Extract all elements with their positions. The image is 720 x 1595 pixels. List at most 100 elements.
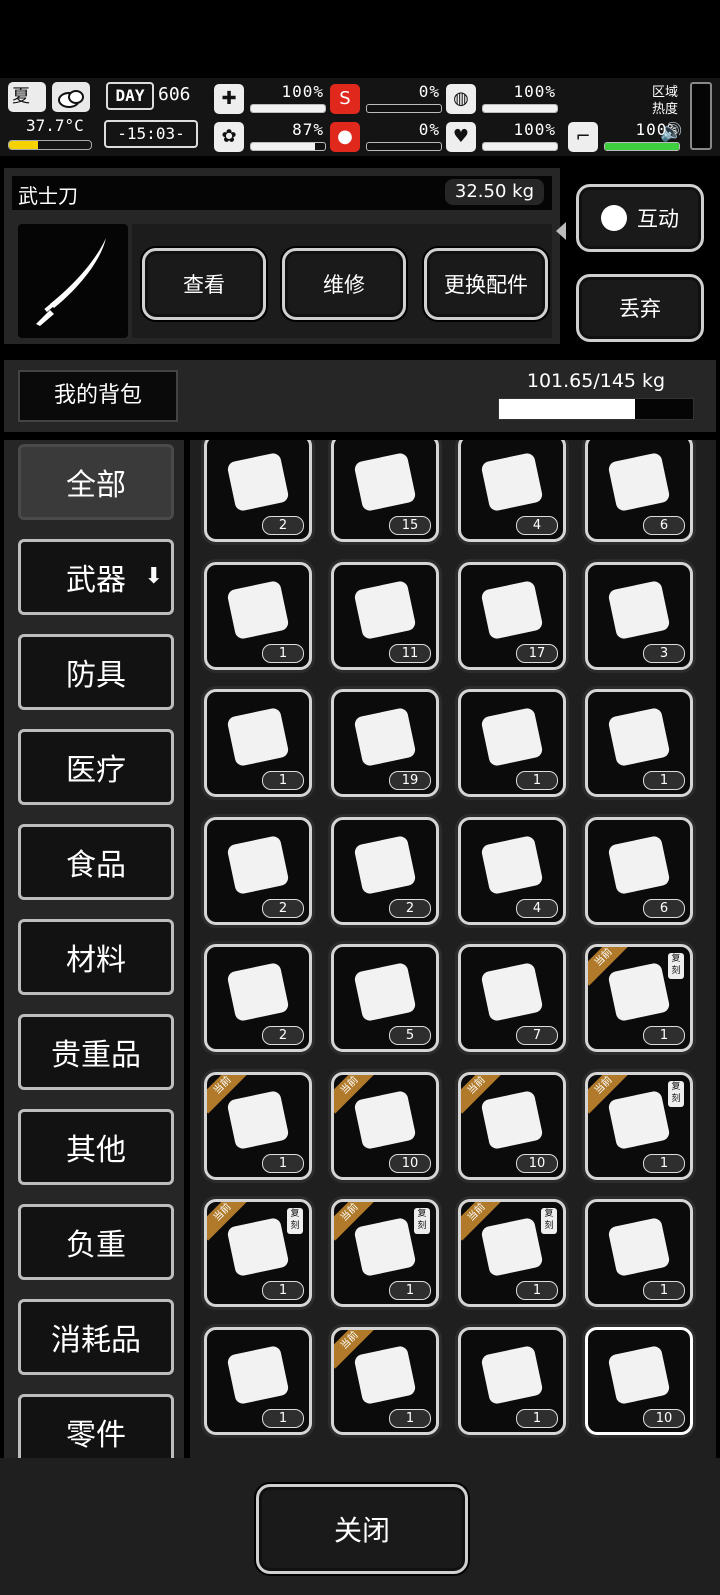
stat-value: 0% [418,120,440,139]
inventory-slot[interactable]: 当前 复刻 1 [204,1199,312,1307]
item-quantity: 6 [643,898,685,918]
inventory-slot[interactable]: 17 [458,561,566,670]
item-quantity: 15 [389,516,431,535]
close-button[interactable]: 关闭 [256,1484,468,1574]
collapse-arrow-icon[interactable] [556,222,566,240]
inventory-slot[interactable]: 19 [331,689,439,797]
category-tab[interactable]: 武器 ⬇ [18,539,174,615]
inventory-slot[interactable]: 当前 复刻 1 [585,1071,693,1180]
category-label: 贵重品 [51,1038,141,1073]
category-tab[interactable]: 材料 [18,919,174,995]
category-tab[interactable]: 负重 [18,1204,174,1280]
inventory-slot[interactable]: 6 [585,816,693,925]
copy-badge: 复刻 [287,1208,303,1234]
season-indicator: 夏 [8,82,46,112]
category-tab[interactable]: 防具 [18,634,174,710]
inventory-slot[interactable]: 当前 1 [331,1326,439,1435]
copy-badge: 复刻 [414,1208,430,1234]
inventory-slot[interactable]: 1 [204,561,312,670]
item-quantity: 7 [516,1026,558,1045]
crushed-bottle-icon [608,835,670,894]
category-label: 医疗 [66,753,126,788]
category-label: 武器 [66,563,126,598]
copy-badge: 复刻 [668,953,684,979]
logs-icon [481,835,543,894]
inventory-slot[interactable]: 5 [331,944,439,1052]
inventory-slot[interactable]: 3 [585,561,693,670]
inventory-slot[interactable]: 2 [204,944,312,1052]
stat-value: 100% [513,120,556,139]
discard-button[interactable]: 丢弃 [576,274,704,342]
inventory-slot[interactable]: 1 [585,1199,693,1307]
cotton-balls-icon [354,963,416,1021]
wood-planks-icon [481,963,543,1021]
item-quantity: 4 [516,516,558,535]
category-tab[interactable]: 消耗品 [18,1299,174,1375]
category-label: 食品 [66,848,126,883]
inventory-slot[interactable]: 1 [585,689,693,797]
flask-icon [481,1345,543,1404]
status-bar: 夏 37.7°C DAY 606 -15:03- ✚ 100% S 0% ◍ 100% ✿ 8… [0,78,720,156]
inventory-slot[interactable]: 4 [458,816,566,925]
category-tab[interactable]: 零件 [18,1394,174,1458]
swap-parts-button[interactable]: 更换配件 [424,248,548,320]
category-sidebar: 全部武器 ⬇ 防具医疗食品材料贵重品其他负重消耗品零件 [4,440,184,1458]
inventory-slot[interactable]: 当前 复刻 1 [585,944,693,1052]
category-tab[interactable]: 医疗 [18,729,174,805]
inventory-slot[interactable]: 1 [204,689,312,797]
view-button[interactable]: 查看 [142,248,266,320]
inventory-slot[interactable]: 2 [204,816,312,925]
inventory-slot[interactable]: 2 [204,440,312,542]
stat-health: ✚ 100% [214,82,330,116]
item-name-bar: 武士刀 32.50 kg [12,176,552,210]
inventory-slot[interactable]: 2 [331,816,439,925]
category-tab[interactable]: 食品 [18,824,174,900]
repair-button[interactable]: 维修 [282,248,406,320]
spring-icon [354,580,416,639]
inventory-slot[interactable]: 11 [331,561,439,670]
spray-bottle-icon [354,453,416,511]
item-quantity: 1 [516,1281,558,1300]
item-quantity: 6 [643,516,685,535]
backpack-header: 我的背包 101.65/145 kg [4,360,716,432]
inventory-slot[interactable]: 当前 复刻 1 [331,1199,439,1307]
sponge-icon [227,453,289,511]
inventory-slot[interactable]: 6 [585,440,693,542]
category-tab[interactable]: 其他 [18,1109,174,1185]
stat-value: 100% [513,82,556,101]
inventory-slot[interactable]: 当前 10 [458,1071,566,1180]
category-label: 防具 [66,658,126,693]
inventory-slot[interactable]: 10 [585,1326,693,1435]
inventory-slot[interactable]: 1 [204,1326,312,1435]
region-heat-label: 区域热度 [652,85,679,117]
item-quantity: 2 [262,1026,304,1045]
selected-item-preview [18,224,128,338]
interact-button[interactable]: 互动 [576,184,704,252]
inventory-slot[interactable]: 7 [458,944,566,1052]
hammer-icon [601,205,627,231]
inventory-slot[interactable]: 当前 10 [331,1071,439,1180]
inventory-slot[interactable]: 1 [458,1326,566,1435]
stat-bar [366,104,442,113]
inventory-slot[interactable]: 当前 复刻 1 [458,1199,566,1307]
item-quantity: 1 [643,1026,685,1045]
category-tab[interactable]: 贵重品 [18,1014,174,1090]
medkit-icon: ✚ [214,84,244,114]
game-clock: -15:03- [104,120,198,148]
speaker-icon[interactable]: 🔊 [660,122,682,143]
backpack-capacity: 101.65/145 kg [526,370,666,392]
item-quantity: 10 [516,1153,558,1173]
stat-value: 87% [292,120,324,139]
inventory-slot[interactable]: 15 [331,440,439,542]
inventory-slot[interactable]: 1 [458,689,566,797]
inventory-slot[interactable]: 当前 1 [204,1071,312,1180]
heart-icon: ♥ [446,122,476,152]
stat-bar [482,104,558,113]
category-tab[interactable]: 全部 [18,444,174,520]
item-quantity: 2 [262,898,304,918]
item-quantity: 17 [516,643,558,663]
bucket-icon [481,708,543,766]
revolver-icon [608,1218,670,1276]
inventory-slot[interactable]: 4 [458,440,566,542]
item-quantity: 1 [516,771,558,790]
